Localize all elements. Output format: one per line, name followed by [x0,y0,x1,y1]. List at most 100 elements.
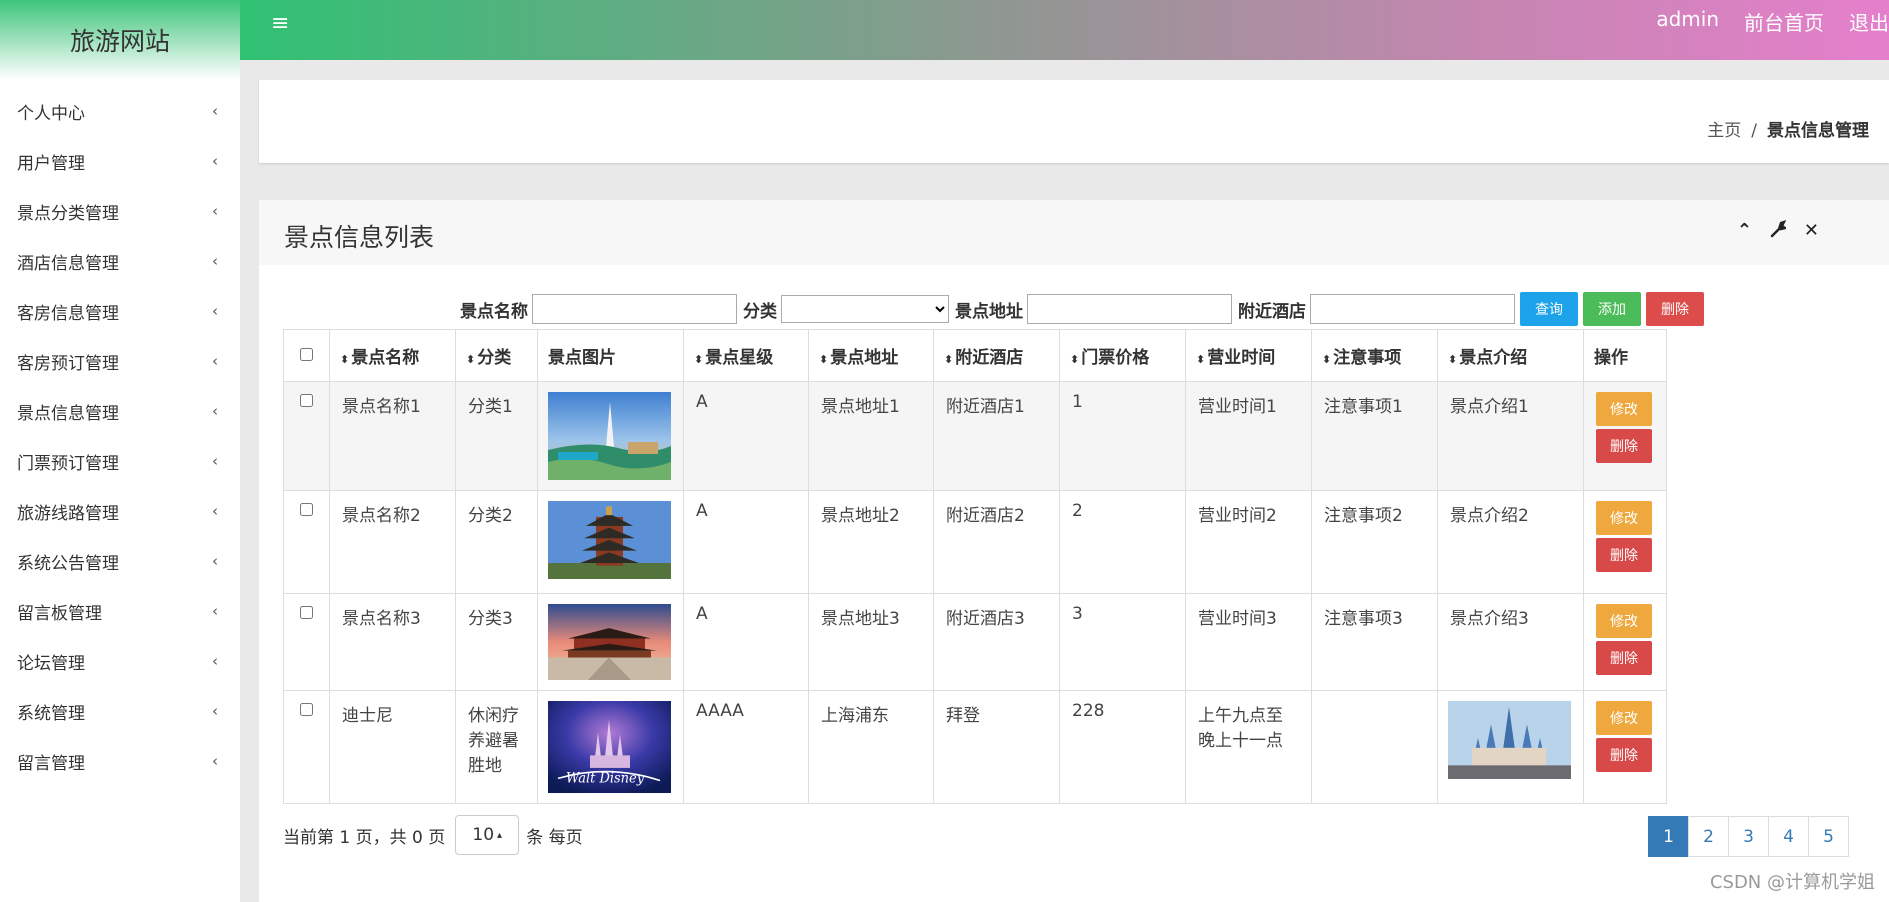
logout-link[interactable]: 退出 [1849,7,1889,36]
sidebar-item-label: 景点信息管理 [17,403,119,424]
sidebar-item-room-booking[interactable]: 客房预订管理 ‹ [0,336,240,386]
edit-button[interactable]: 修改 [1596,604,1652,638]
sidebar-item-label: 门票预订管理 [17,453,119,474]
front-home-link[interactable]: 前台首页 [1744,7,1824,36]
col-header-name[interactable]: ⬍ 景点名称 [329,329,456,382]
sidebar-item-ticket-booking[interactable]: 门票预订管理 ‹ [0,436,240,486]
delete-button[interactable]: 删除 [1596,429,1652,463]
col-header-price[interactable]: ⬍ 门票价格 [1059,329,1186,382]
hamburger-menu-icon[interactable]: ≡ [271,11,289,36]
cell-name: 景点名称2 [329,490,456,594]
sort-icon: ⬍ [1448,353,1458,366]
user-name-link[interactable]: admin [1656,7,1719,36]
sidebar-item-scenic-info[interactable]: 景点信息管理 ‹ [0,386,240,436]
col-header-category[interactable]: ⬍ 分类 [455,329,538,382]
cell-level: AAAA [683,690,809,804]
sidebar-item-message-board[interactable]: 留言板管理 ‹ [0,586,240,636]
cell-hours: 营业时间1 [1185,381,1312,491]
sidebar-item-system[interactable]: 系统管理 ‹ [0,686,240,736]
nearby-hotel-input[interactable] [1310,294,1515,324]
scenic-table: ⬍ 景点名称 ⬍ 分类 景点图片 ⬍ 景点星级 ⬍ 景点地址 ⬍ 附近酒店 ⬍ 门票价格 ⬍… [283,329,1667,804]
page-button-4[interactable]: 4 [1768,816,1809,857]
chevron-left-icon: ‹ [212,202,218,220]
delete-button[interactable]: 删除 [1596,641,1652,675]
cell-intro: 景点介绍1 [1437,381,1584,491]
edit-button[interactable]: 修改 [1596,701,1652,735]
col-header-intro[interactable]: ⬍ 景点介绍 [1437,329,1584,382]
close-icon[interactable]: ✕ [1804,220,1819,241]
header-label: 操作 [1594,348,1628,368]
cell-notes: 注意事项1 [1311,381,1438,491]
sidebar-item-forum[interactable]: 论坛管理 ‹ [0,636,240,686]
chevron-left-icon: ‹ [212,502,218,520]
sidebar-item-label: 客房预订管理 [17,353,119,374]
cell-address: 景点地址3 [808,593,934,691]
header-label: 景点地址 [830,348,899,368]
scenic-name-input[interactable] [532,294,737,324]
row-select-cell [283,381,330,491]
caret-up-icon: ▴ [497,829,503,841]
cell-hotel: 附近酒店2 [933,490,1060,594]
chevron-up-icon[interactable]: ⌃ [1737,220,1752,241]
scenic-address-input[interactable] [1027,294,1232,324]
col-header-notes[interactable]: ⬍ 注意事项 [1311,329,1438,382]
col-header-hotel[interactable]: ⬍ 附近酒店 [933,329,1060,382]
cell-actions: 修改 删除 [1583,490,1667,594]
chevron-left-icon: ‹ [212,102,218,120]
row-checkbox[interactable] [300,606,313,619]
top-bar: ≡ admin 前台首页 退出 [240,0,1889,60]
page-button-5[interactable]: 5 [1808,816,1849,857]
cell-actions: 修改 删除 [1583,593,1667,691]
header-label: 景点介绍 [1459,348,1528,368]
add-button[interactable]: 添加 [1583,292,1641,326]
cell-actions: 修改 删除 [1583,381,1667,491]
wrench-icon[interactable] [1770,219,1788,238]
header-label: 景点名称 [351,348,420,368]
sort-icon: ⬍ [1070,353,1080,366]
edit-button[interactable]: 修改 [1596,392,1652,426]
breadcrumb-home[interactable]: 主页 [1707,121,1741,141]
cell-hotel: 拜登 [933,690,1060,804]
sidebar-item-messages[interactable]: 留言管理 ‹ [0,736,240,786]
sidebar-item-label: 留言管理 [17,753,85,774]
sidebar-item-room-info[interactable]: 客房信息管理 ‹ [0,286,240,336]
delete-button[interactable]: 删除 [1596,538,1652,572]
breadcrumb-separator: / [1751,121,1757,141]
edit-button[interactable]: 修改 [1596,501,1652,535]
row-checkbox[interactable] [300,703,313,716]
cell-hotel: 附近酒店3 [933,593,1060,691]
row-checkbox[interactable] [300,394,313,407]
page-size-dropdown[interactable]: 10 ▴ [455,815,520,855]
chevron-left-icon: ‹ [212,552,218,570]
col-header-address[interactable]: ⬍ 景点地址 [808,329,934,382]
sidebar-item-announcements[interactable]: 系统公告管理 ‹ [0,536,240,586]
chevron-left-icon: ‹ [212,752,218,770]
batch-delete-button[interactable]: 删除 [1646,292,1704,326]
query-button[interactable]: 查询 [1520,292,1578,326]
cell-image [537,593,684,691]
sidebar-item-personal-center[interactable]: 个人中心 ‹ [0,86,240,136]
cell-intro: 景点介绍3 [1437,593,1584,691]
cell-price: 1 [1059,381,1186,491]
col-header-hours[interactable]: ⬍ 营业时间 [1185,329,1312,382]
chevron-left-icon: ‹ [212,152,218,170]
sidebar-item-label: 系统管理 [17,703,85,724]
delete-button[interactable]: 删除 [1596,738,1652,772]
sidebar-item-hotel-info[interactable]: 酒店信息管理 ‹ [0,236,240,286]
page-button-3[interactable]: 3 [1728,816,1769,857]
chevron-left-icon: ‹ [212,602,218,620]
cell-intro: 景点介绍2 [1437,490,1584,594]
col-header-image: 景点图片 [537,329,684,382]
row-checkbox[interactable] [300,503,313,516]
select-all-checkbox[interactable] [300,347,313,361]
scenic-image-pagoda [548,501,671,579]
cell-address: 景点地址1 [808,381,934,491]
category-select[interactable] [781,295,949,323]
sidebar-item-users[interactable]: 用户管理 ‹ [0,136,240,186]
sidebar-item-scenic-category[interactable]: 景点分类管理 ‹ [0,186,240,236]
sidebar-item-travel-routes[interactable]: 旅游线路管理 ‹ [0,486,240,536]
page-button-2[interactable]: 2 [1688,816,1729,857]
page-button-1[interactable]: 1 [1648,816,1689,857]
panel-header: 景点信息列表 ⌃ ✕ [259,200,1889,265]
col-header-level[interactable]: ⬍ 景点星级 [683,329,809,382]
